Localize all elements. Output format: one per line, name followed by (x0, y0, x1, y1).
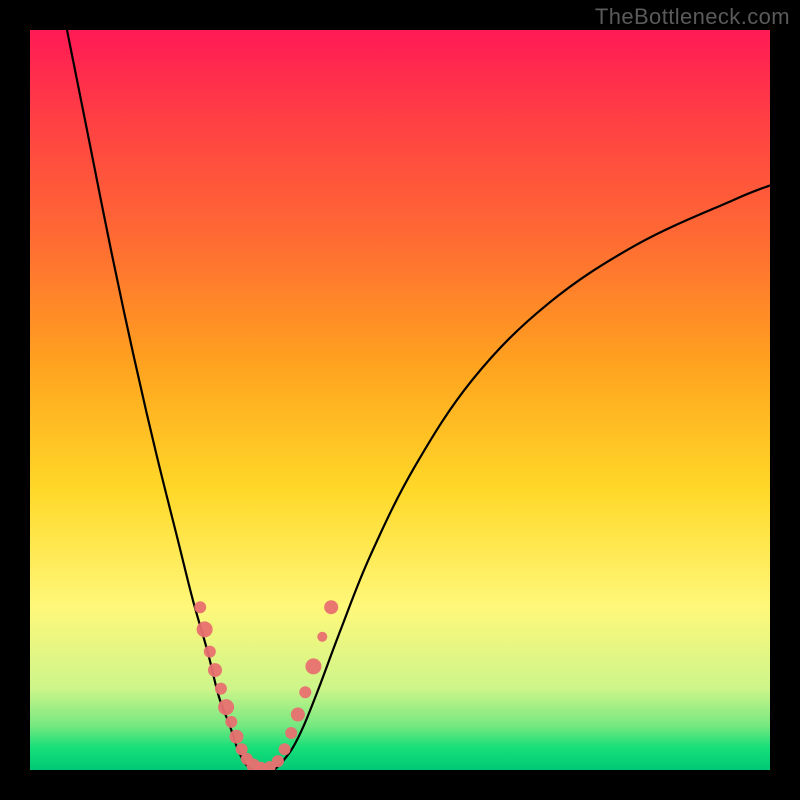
curve-right-path (274, 185, 770, 770)
data-point (229, 730, 243, 744)
data-point (291, 708, 305, 722)
chart-frame: TheBottleneck.com (0, 0, 800, 800)
data-point (324, 600, 338, 614)
data-point (225, 716, 237, 728)
data-point (197, 621, 213, 637)
curve-left-path (67, 30, 252, 770)
plot-area (30, 30, 770, 770)
data-point (204, 646, 216, 658)
data-point (285, 727, 297, 739)
data-point (208, 663, 222, 677)
data-point (218, 699, 234, 715)
data-point (215, 683, 227, 695)
data-point (272, 755, 284, 767)
data-point (279, 743, 291, 755)
data-point (299, 686, 311, 698)
data-point (194, 601, 206, 613)
watermark-text: TheBottleneck.com (595, 4, 790, 30)
data-point (317, 632, 327, 642)
data-point (305, 658, 321, 674)
curve-svg (30, 30, 770, 770)
